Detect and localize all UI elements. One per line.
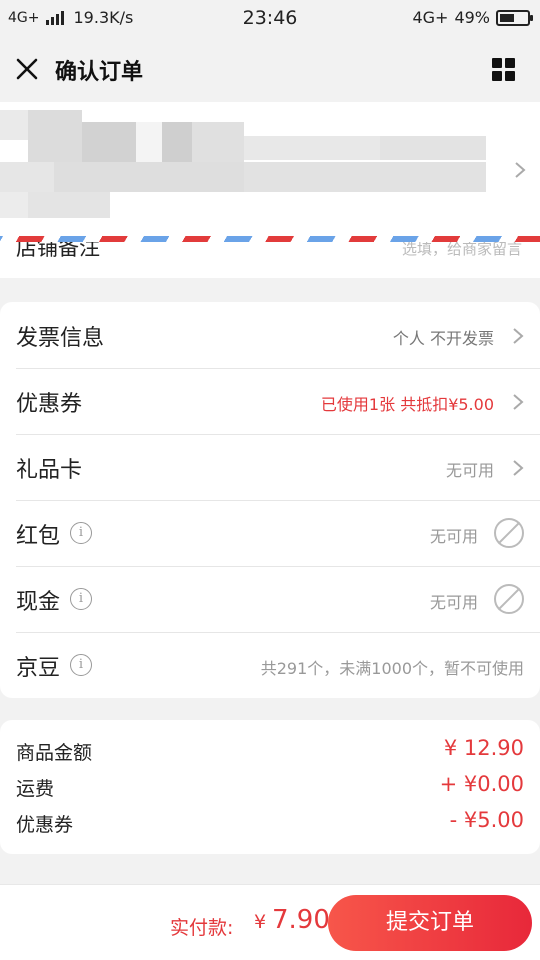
- blurred-address-block: [0, 162, 54, 192]
- disabled-icon: [494, 584, 524, 614]
- gift-card-label: 礼品卡: [16, 458, 83, 483]
- blurred-address-block: [28, 110, 82, 162]
- info-icon[interactable]: i: [70, 588, 92, 610]
- nav-bar: 确认订单: [0, 36, 540, 102]
- info-icon[interactable]: i: [70, 654, 92, 676]
- gift-card-value: 无可用: [445, 461, 494, 480]
- close-icon[interactable]: [12, 54, 42, 84]
- cash-row: 现金 i 无可用: [0, 566, 540, 632]
- gift-card-row[interactable]: 礼品卡 无可用: [0, 434, 540, 500]
- cash-label: 现金: [16, 590, 61, 615]
- blurred-address-block: [54, 162, 244, 192]
- chevron-right-icon: [513, 394, 524, 410]
- info-icon[interactable]: i: [70, 522, 92, 544]
- shipping-label: 运费: [16, 778, 55, 800]
- invoice-row[interactable]: 发票信息 个人 不开发票: [0, 302, 540, 368]
- blurred-address-block: [244, 162, 486, 192]
- coupon-discount-row: 优惠券 - ¥5.00: [0, 804, 540, 840]
- invoice-label: 发票信息: [16, 326, 105, 351]
- shipping-row: 运费 + ¥0.00: [0, 768, 540, 804]
- pay-label: 实付款:: [170, 917, 234, 939]
- shipping-value: + ¥0.00: [439, 772, 524, 796]
- status-right: 4G+ 49%: [412, 8, 533, 27]
- chevron-right-icon: [515, 162, 526, 178]
- goods-amount-label: 商品金额: [16, 742, 93, 764]
- store-note-row[interactable]: 店铺备注 选填，给商家留言: [0, 242, 540, 278]
- store-note-hint: 选填，给商家留言: [401, 242, 522, 258]
- goods-amount-value: ¥ 12.90: [443, 736, 524, 760]
- red-packet-row: 红包 i 无可用: [0, 500, 540, 566]
- blurred-address-block: [136, 122, 162, 162]
- blurred-address-block: [244, 136, 380, 160]
- pay-currency: ¥: [254, 911, 267, 933]
- jingdou-value: 共291个，未满1000个，暂不可使用: [260, 659, 524, 678]
- invoice-value: 个人 不开发票: [392, 329, 494, 348]
- order-options-card: 发票信息 个人 不开发票 优惠券 已使用1张 共抵扣¥5.00 礼品卡 无可用 …: [0, 302, 540, 698]
- jingdou-label: 京豆: [16, 656, 61, 681]
- blurred-address: [0, 110, 28, 140]
- store-note-label: 店铺备注: [16, 242, 100, 260]
- battery-icon: [496, 9, 533, 26]
- submit-order-button[interactable]: 提交订单: [328, 895, 532, 951]
- coupon-row[interactable]: 优惠券 已使用1张 共抵扣¥5.00: [0, 368, 540, 434]
- coupon-discount-label: 优惠券: [16, 814, 74, 836]
- checkout-bar: 实付款: ¥ 7.90 提交订单: [0, 884, 540, 960]
- red-packet-label: 红包: [16, 524, 61, 549]
- coupon-value: 已使用1张 共抵扣¥5.00: [320, 395, 494, 414]
- blurred-address-block: [380, 136, 486, 160]
- blurred-address-block: [28, 192, 110, 218]
- status-bar: 4G+ 19.3K/s 23:46 4G+ 49%: [0, 0, 540, 36]
- cash-value: 无可用: [429, 593, 478, 612]
- disabled-icon: [494, 518, 524, 548]
- red-packet-value: 无可用: [429, 527, 478, 546]
- network-type-right: 4G+: [412, 8, 449, 27]
- grid-menu-icon[interactable]: [492, 58, 516, 82]
- blurred-address-block: [192, 122, 244, 162]
- chevron-right-icon: [513, 328, 524, 344]
- blurred-address-block: [82, 122, 136, 162]
- coupon-label: 优惠券: [16, 392, 83, 417]
- chevron-right-icon: [513, 460, 524, 476]
- amount-summary-card: 商品金额 ¥ 12.90 运费 + ¥0.00 优惠券 - ¥5.00: [0, 720, 540, 854]
- pay-amount: 7.90: [272, 905, 330, 935]
- goods-amount-row: 商品金额 ¥ 12.90: [0, 732, 540, 768]
- page-title: 确认订单: [55, 60, 144, 85]
- jingdou-row: 京豆 i 共291个，未满1000个，暂不可使用: [0, 632, 540, 698]
- battery-percent: 49%: [454, 8, 490, 27]
- address-card[interactable]: 店铺备注 选填，给商家留言: [0, 102, 540, 278]
- blurred-address-block: [162, 122, 192, 162]
- coupon-discount-value: - ¥5.00: [449, 808, 524, 832]
